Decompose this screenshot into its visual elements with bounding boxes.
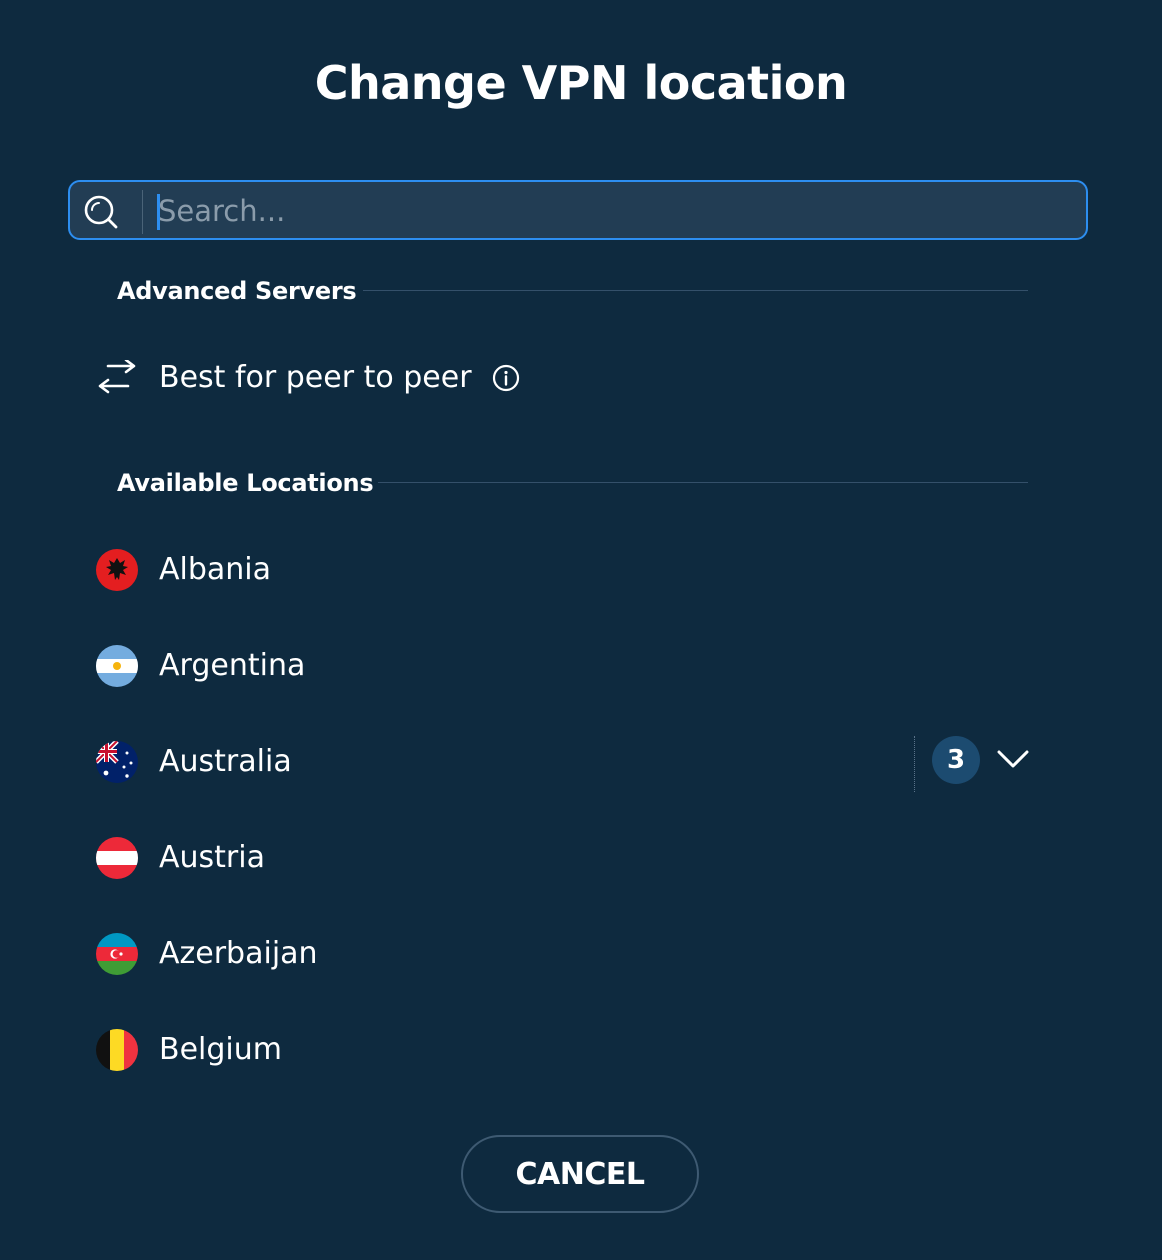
change-location-dialog: Change VPN location Advanced Servers Bes…	[0, 0, 1162, 1260]
location-row-azerbaijan[interactable]: Azerbaijan	[96, 924, 1036, 984]
azerbaijan-flag-icon	[96, 933, 138, 975]
server-count-badge: 3	[932, 736, 980, 784]
austria-flag-icon	[96, 837, 138, 879]
section-divider	[378, 482, 1028, 483]
info-icon[interactable]	[492, 364, 520, 392]
dialog-title: Change VPN location	[314, 56, 848, 110]
location-name: Australia	[159, 744, 292, 779]
location-row-argentina[interactable]: Argentina	[96, 636, 1036, 696]
cancel-button[interactable]: CANCEL	[461, 1135, 699, 1213]
belgium-flag-icon	[96, 1029, 138, 1071]
argentina-flag-icon	[96, 645, 138, 687]
peer-to-peer-label: Best for peer to peer	[159, 360, 472, 395]
location-name: Austria	[159, 840, 265, 875]
australia-flag-icon	[96, 741, 138, 783]
location-row-austria[interactable]: Austria	[96, 828, 1036, 888]
row-divider	[914, 736, 915, 792]
location-name: Argentina	[159, 648, 306, 683]
location-row-belgium[interactable]: Belgium	[96, 1020, 1036, 1080]
search-box[interactable]	[68, 180, 1088, 240]
search-icon	[84, 195, 118, 229]
location-name: Azerbaijan	[159, 936, 318, 971]
search-divider	[142, 190, 143, 234]
peer-to-peer-arrows-icon	[98, 360, 136, 394]
chevron-down-icon[interactable]	[996, 744, 1030, 774]
location-row-australia[interactable]: Australia 3	[96, 732, 1036, 792]
available-locations-label: Available Locations	[117, 469, 374, 497]
location-row-albania[interactable]: Albania	[96, 540, 1036, 600]
location-name: Belgium	[159, 1032, 282, 1067]
advanced-servers-header: Advanced Servers	[117, 271, 357, 311]
advanced-servers-label: Advanced Servers	[117, 277, 357, 305]
location-name: Albania	[159, 552, 272, 587]
location-row-peer-to-peer[interactable]: Best for peer to peer	[96, 348, 1036, 408]
search-input[interactable]	[158, 188, 1058, 234]
section-divider	[363, 290, 1028, 291]
albania-flag-icon	[96, 549, 138, 591]
available-locations-header: Available Locations	[117, 463, 374, 503]
